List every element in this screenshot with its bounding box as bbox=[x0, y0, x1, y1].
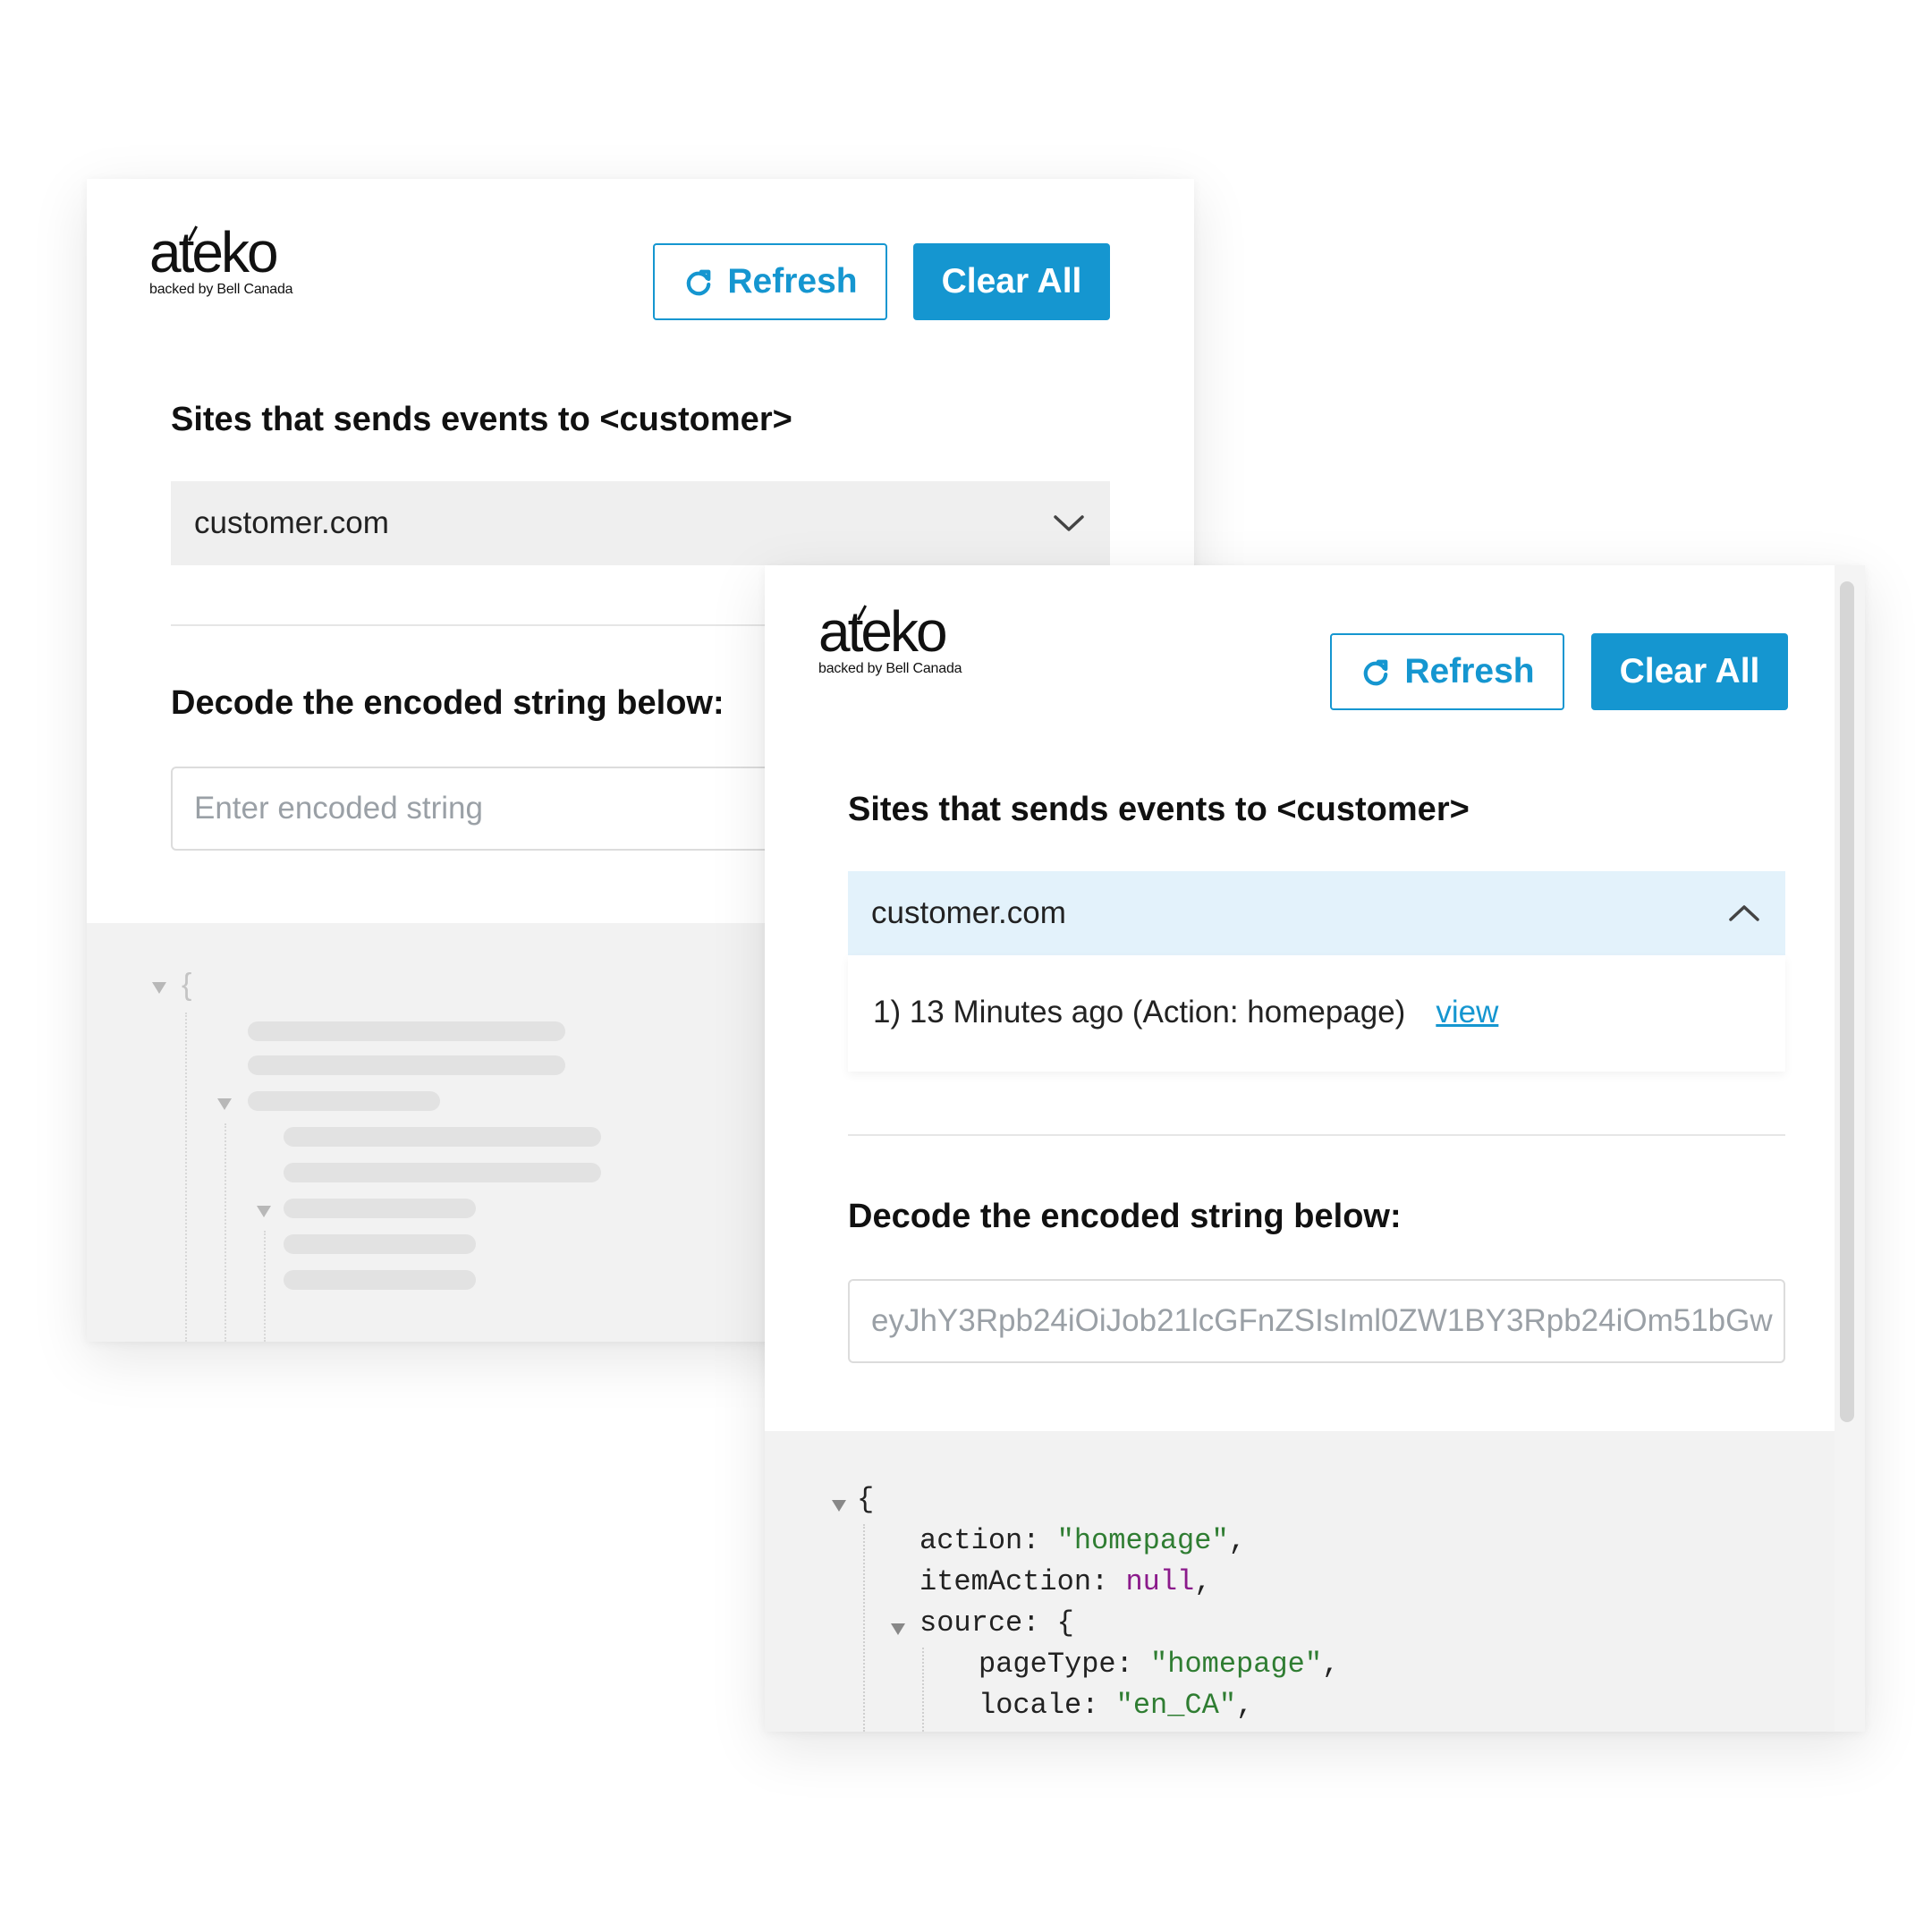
chevron-down-icon bbox=[1054, 515, 1084, 531]
json-line-source: source: { bbox=[919, 1606, 1074, 1640]
collapse-arrow-icon[interactable] bbox=[832, 1500, 846, 1512]
clear-all-button[interactable]: Clear All bbox=[913, 243, 1110, 320]
refresh-label: Refresh bbox=[727, 262, 858, 301]
decoded-json-view: { action: "homepage", itemAction: null, … bbox=[765, 1431, 1835, 1732]
skeleton-line bbox=[284, 1199, 476, 1218]
json-line-itemaction: itemAction: null, bbox=[919, 1565, 1212, 1598]
refresh-button[interactable]: Refresh bbox=[653, 243, 887, 320]
logo-wordmark: ateko bbox=[149, 220, 279, 284]
decode-heading: Decode the encoded string below: bbox=[848, 1198, 1402, 1235]
clear-all-label: Clear All bbox=[941, 262, 1082, 301]
site-select-expanded[interactable]: customer.com bbox=[848, 871, 1785, 955]
collapse-arrow-icon bbox=[152, 982, 166, 994]
skeleton-line bbox=[284, 1163, 601, 1182]
json-line-pagetype: pageType: "homepage", bbox=[979, 1648, 1340, 1681]
skeleton-line bbox=[284, 1127, 601, 1147]
refresh-icon bbox=[687, 269, 711, 296]
refresh-icon bbox=[1364, 659, 1388, 686]
view-event-link[interactable]: view bbox=[1436, 995, 1498, 1030]
event-item: 1) 13 Minutes ago (Action: homepage) view bbox=[873, 995, 1498, 1030]
encoded-string-placeholder: Enter encoded string bbox=[194, 791, 483, 826]
logo-wordmark: ateko bbox=[818, 599, 948, 664]
decode-heading: Decode the encoded string below: bbox=[171, 684, 724, 722]
logo-tagline: backed by Bell Canada bbox=[149, 282, 293, 297]
skeleton-line bbox=[248, 1091, 440, 1111]
logo-tagline: backed by Bell Canada bbox=[818, 661, 962, 676]
collapse-arrow-icon[interactable] bbox=[891, 1623, 905, 1635]
clear-all-button[interactable]: Clear All bbox=[1591, 633, 1788, 710]
site-select[interactable]: customer.com bbox=[171, 481, 1110, 565]
site-select-value: customer.com bbox=[194, 505, 389, 540]
clear-all-label: Clear All bbox=[1619, 652, 1760, 691]
skeleton-line bbox=[248, 1021, 565, 1041]
ateko-logo: ateko backed by Bell Canada bbox=[818, 603, 962, 676]
encoded-string-input[interactable]: eyJhY3Rpb24iOiJob21lcGFnZSIsIml0ZW1BY3Rp… bbox=[848, 1279, 1785, 1363]
collapse-arrow-icon bbox=[257, 1206, 271, 1217]
collapse-arrow-icon bbox=[217, 1098, 232, 1110]
ateko-logo: ateko backed by Bell Canada bbox=[149, 220, 293, 297]
events-dropdown-list: 1) 13 Minutes ago (Action: homepage) view bbox=[848, 955, 1785, 1072]
extension-panel-foreground: ateko backed by Bell Canada Refresh Clea… bbox=[765, 565, 1865, 1732]
skeleton-line bbox=[248, 1055, 565, 1075]
sites-heading: Sites that sends events to <customer> bbox=[171, 401, 792, 438]
site-select-value: customer.com bbox=[871, 895, 1066, 930]
sites-heading: Sites that sends events to <customer> bbox=[848, 791, 1470, 828]
skeleton-line bbox=[284, 1234, 476, 1254]
json-line-locale: locale: "en_CA", bbox=[979, 1689, 1254, 1722]
refresh-label: Refresh bbox=[1404, 652, 1535, 691]
json-open-brace: { bbox=[857, 1483, 875, 1516]
event-item-text: 1) 13 Minutes ago (Action: homepage) bbox=[873, 995, 1406, 1030]
json-line-action: action: "homepage", bbox=[919, 1524, 1246, 1557]
skeleton-line bbox=[284, 1270, 476, 1290]
refresh-button[interactable]: Refresh bbox=[1330, 633, 1564, 710]
encoded-string-value: eyJhY3Rpb24iOiJob21lcGFnZSIsIml0ZW1BY3Rp… bbox=[871, 1303, 1773, 1338]
scrollbar-track[interactable] bbox=[1835, 565, 1865, 1732]
chevron-up-icon bbox=[1729, 905, 1759, 921]
section-divider bbox=[848, 1134, 1785, 1136]
scrollbar-thumb[interactable] bbox=[1840, 581, 1854, 1422]
skeleton-brace: { bbox=[182, 968, 192, 1002]
